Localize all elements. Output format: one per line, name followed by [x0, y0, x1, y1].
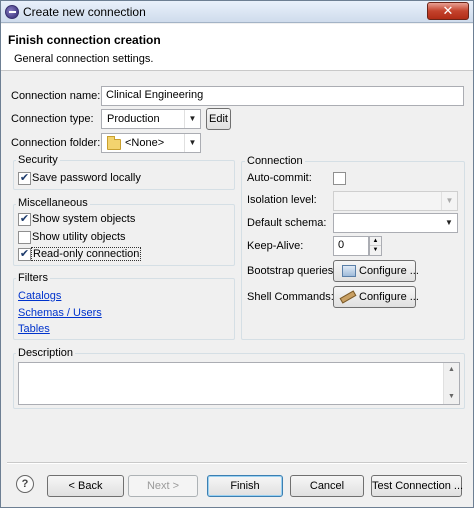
create-connection-dialog: Create new connection ✕ Finish connectio… — [0, 0, 474, 508]
isolation-level-label: Isolation level: — [247, 194, 317, 206]
folder-icon — [107, 136, 121, 150]
bootstrap-queries-label: Bootstrap queries: — [247, 265, 337, 277]
description-scrollbar[interactable]: ▲ ▼ — [443, 363, 459, 404]
tables-link[interactable]: Tables — [18, 323, 50, 335]
back-button-label: < Back — [68, 480, 103, 492]
connection-folder-value: <None> — [125, 137, 165, 149]
bootstrap-configure-label: Configure ... — [359, 265, 419, 277]
test-connection-button-label: Test Connection ... — [372, 480, 464, 492]
auto-commit-label: Auto-commit: — [247, 172, 312, 184]
show-system-objects-checkbox[interactable]: ✔ — [18, 213, 31, 226]
next-button[interactable]: Next > — [128, 475, 198, 497]
keep-alive-input[interactable]: 0 — [333, 236, 369, 256]
chevron-down-icon: ▼ — [445, 218, 453, 227]
connection-name-input[interactable]: Clinical Engineering — [101, 86, 464, 106]
finish-button-label: Finish — [230, 480, 260, 492]
shell-commands-label: Shell Commands: — [247, 291, 334, 303]
connection-folder-select[interactable]: <None> ▼ — [101, 133, 201, 153]
shell-command-icon — [340, 292, 356, 304]
footer-separator — [7, 462, 467, 464]
show-utility-objects-label: Show utility objects — [32, 231, 126, 243]
read-only-checkbox[interactable]: ✔ — [18, 248, 31, 261]
sql-script-icon — [342, 265, 356, 277]
cancel-button-label: Cancel — [309, 480, 345, 492]
close-icon: ✕ — [442, 3, 454, 18]
finish-button[interactable]: Finish — [207, 475, 283, 497]
wizard-header: Finish connection creation General conne… — [1, 24, 473, 71]
default-schema-label: Default schema: — [247, 217, 327, 229]
save-password-label: Save password locally — [32, 172, 141, 184]
connection-type-label: Connection type: — [11, 113, 94, 125]
page-title: Finish connection creation — [8, 33, 161, 47]
connection-type-value: Production — [107, 113, 160, 125]
scroll-down-icon[interactable]: ▼ — [444, 390, 459, 404]
keep-alive-label: Keep-Alive: — [247, 240, 304, 252]
connection-type-select[interactable]: Production ▼ — [101, 109, 201, 129]
schemas-users-link[interactable]: Schemas / Users — [18, 307, 102, 319]
bootstrap-configure-button[interactable]: Configure ... — [333, 260, 419, 282]
miscellaneous-group-title: Miscellaneous — [16, 197, 90, 209]
chevron-down-icon: ▼ — [441, 192, 457, 210]
next-button-label: Next > — [146, 480, 180, 492]
catalogs-link[interactable]: Catalogs — [18, 290, 61, 302]
default-schema-select[interactable]: ▼ — [333, 213, 458, 233]
description-group-title: Description — [16, 347, 76, 359]
edit-button-label: Edit — [209, 113, 228, 125]
title-bar[interactable]: Create new connection ✕ — [1, 1, 473, 23]
app-icon — [5, 5, 19, 19]
chevron-down-icon: ▼ — [184, 134, 200, 152]
shell-configure-label: Configure ... — [359, 291, 419, 303]
read-only-label: Read-only connection — [31, 247, 142, 261]
isolation-level-select[interactable]: ▼ — [333, 191, 458, 211]
show-system-objects-label: Show system objects — [32, 213, 136, 225]
filters-group-title: Filters — [16, 272, 50, 284]
keep-alive-spinner[interactable]: ▲ ▼ — [369, 236, 382, 256]
back-button[interactable]: < Back — [47, 475, 124, 497]
show-utility-objects-checkbox[interactable] — [18, 231, 31, 244]
shell-configure-button[interactable]: Configure ... — [333, 286, 419, 308]
auto-commit-checkbox[interactable] — [333, 172, 346, 185]
cancel-button[interactable]: Cancel — [290, 475, 364, 497]
close-button[interactable]: ✕ — [427, 2, 469, 20]
help-icon[interactable]: ? — [16, 475, 34, 493]
chevron-down-icon: ▼ — [184, 110, 200, 128]
spin-down-icon[interactable]: ▼ — [370, 246, 381, 255]
connection-group-title: Connection — [245, 155, 305, 167]
page-subtitle: General connection settings. — [14, 53, 154, 65]
test-connection-button[interactable]: Test Connection ... — [371, 475, 464, 497]
edit-type-button[interactable]: Edit — [206, 108, 231, 130]
spin-up-icon[interactable]: ▲ — [370, 237, 381, 246]
save-password-checkbox[interactable]: ✔ — [18, 172, 31, 185]
security-group-title: Security — [16, 154, 60, 166]
window-title: Create new connection — [23, 5, 146, 19]
connection-name-label: Connection name: — [11, 90, 101, 102]
description-textarea[interactable]: ▲ ▼ — [18, 362, 460, 405]
connection-folder-label: Connection folder: — [11, 137, 101, 149]
scroll-up-icon[interactable]: ▲ — [444, 363, 459, 377]
